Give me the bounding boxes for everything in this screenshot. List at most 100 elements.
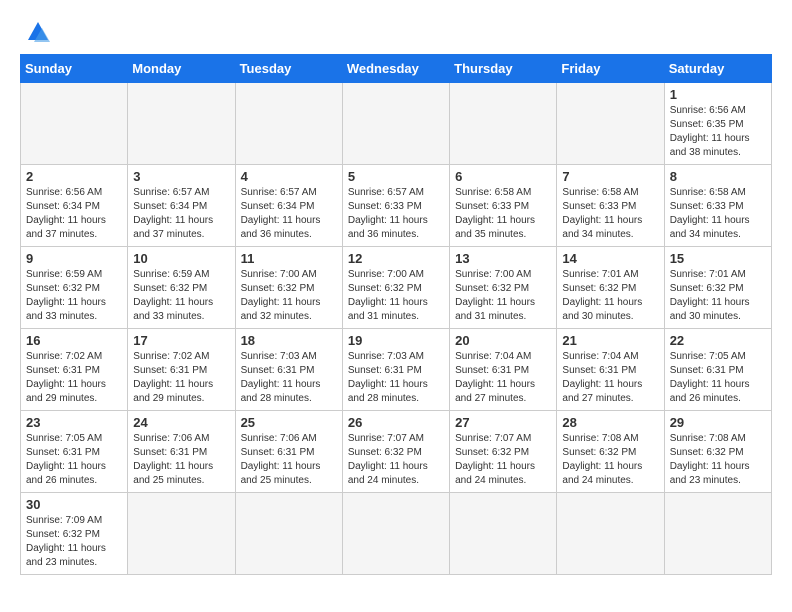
day-info: Sunrise: 7:03 AM Sunset: 6:31 PM Dayligh… — [348, 350, 444, 406]
calendar-cell: 9 Sunrise: 6:59 AM Sunset: 6:32 PM Daylig… — [21, 247, 128, 329]
calendar-cell: 16 Sunrise: 7:02 AM Sunset: 6:31 PM Dayli… — [21, 329, 128, 411]
calendar-cell — [128, 493, 235, 575]
day-info: Sunrise: 6:56 AM Sunset: 6:35 PM Dayligh… — [670, 104, 766, 160]
day-info: Sunrise: 7:01 AM Sunset: 6:32 PM Dayligh… — [670, 268, 766, 324]
day-number: 7 — [562, 169, 658, 184]
day-number: 24 — [133, 415, 229, 430]
calendar-cell — [235, 83, 342, 165]
day-number: 4 — [241, 169, 337, 184]
day-number: 16 — [26, 333, 122, 348]
calendar-cell: 23 Sunrise: 7:05 AM Sunset: 6:31 PM Dayli… — [21, 411, 128, 493]
day-number: 8 — [670, 169, 766, 184]
day-info: Sunrise: 7:09 AM Sunset: 6:32 PM Dayligh… — [26, 514, 122, 570]
day-info: Sunrise: 6:58 AM Sunset: 6:33 PM Dayligh… — [455, 186, 551, 242]
day-info: Sunrise: 7:04 AM Sunset: 6:31 PM Dayligh… — [562, 350, 658, 406]
calendar-table: SundayMondayTuesdayWednesdayThursdayFrid… — [20, 54, 772, 575]
day-info: Sunrise: 7:00 AM Sunset: 6:32 PM Dayligh… — [241, 268, 337, 324]
calendar-cell: 22 Sunrise: 7:05 AM Sunset: 6:31 PM Dayli… — [664, 329, 771, 411]
day-number: 1 — [670, 87, 766, 102]
calendar-cell: 14 Sunrise: 7:01 AM Sunset: 6:32 PM Dayli… — [557, 247, 664, 329]
calendar-cell: 1 Sunrise: 6:56 AM Sunset: 6:35 PM Daylig… — [664, 83, 771, 165]
page-header — [20, 20, 772, 44]
calendar-cell — [557, 493, 664, 575]
calendar-cell — [128, 83, 235, 165]
calendar-cell: 25Sunrise: 7:06 AM Sunset: 6:31 PM Dayli… — [235, 411, 342, 493]
day-info: Sunrise: 7:02 AM Sunset: 6:31 PM Dayligh… — [133, 350, 229, 406]
day-info: Sunrise: 7:06 AM Sunset: 6:31 PM Dayligh… — [241, 432, 337, 488]
day-info: Sunrise: 7:08 AM Sunset: 6:32 PM Dayligh… — [562, 432, 658, 488]
calendar-cell — [235, 493, 342, 575]
calendar-cell: 29 Sunrise: 7:08 AM Sunset: 6:32 PM Dayli… — [664, 411, 771, 493]
calendar-cell — [21, 83, 128, 165]
day-info: Sunrise: 6:57 AM Sunset: 6:34 PM Dayligh… — [133, 186, 229, 242]
day-info: Sunrise: 7:07 AM Sunset: 6:32 PM Dayligh… — [348, 432, 444, 488]
day-of-week-header: Wednesday — [342, 55, 449, 83]
day-info: Sunrise: 6:58 AM Sunset: 6:33 PM Dayligh… — [670, 186, 766, 242]
day-info: Sunrise: 7:03 AM Sunset: 6:31 PM Dayligh… — [241, 350, 337, 406]
day-number: 11 — [241, 251, 337, 266]
calendar-cell: 26 Sunrise: 7:07 AM Sunset: 6:32 PM Dayli… — [342, 411, 449, 493]
day-number: 10 — [133, 251, 229, 266]
calendar-week-row: 1 Sunrise: 6:56 AM Sunset: 6:35 PM Daylig… — [21, 83, 772, 165]
day-info: Sunrise: 7:05 AM Sunset: 6:31 PM Dayligh… — [26, 432, 122, 488]
calendar-cell: 17 Sunrise: 7:02 AM Sunset: 6:31 PM Dayli… — [128, 329, 235, 411]
day-number: 2 — [26, 169, 122, 184]
calendar-cell: 20 Sunrise: 7:04 AM Sunset: 6:31 PM Dayli… — [450, 329, 557, 411]
day-info: Sunrise: 6:57 AM Sunset: 6:34 PM Dayligh… — [241, 186, 337, 242]
day-info: Sunrise: 6:56 AM Sunset: 6:34 PM Dayligh… — [26, 186, 122, 242]
calendar-cell — [557, 83, 664, 165]
day-of-week-header: Tuesday — [235, 55, 342, 83]
calendar-cell: 30 Sunrise: 7:09 AM Sunset: 6:32 PM Dayli… — [21, 493, 128, 575]
calendar-week-row: 2 Sunrise: 6:56 AM Sunset: 6:34 PM Daylig… — [21, 165, 772, 247]
day-info: Sunrise: 7:07 AM Sunset: 6:32 PM Dayligh… — [455, 432, 551, 488]
day-number: 14 — [562, 251, 658, 266]
calendar-cell: 21Sunrise: 7:04 AM Sunset: 6:31 PM Dayli… — [557, 329, 664, 411]
calendar-cell — [664, 493, 771, 575]
day-number: 23 — [26, 415, 122, 430]
calendar-cell — [450, 83, 557, 165]
calendar-week-row: 30 Sunrise: 7:09 AM Sunset: 6:32 PM Dayli… — [21, 493, 772, 575]
calendar-cell: 24Sunrise: 7:06 AM Sunset: 6:31 PM Dayli… — [128, 411, 235, 493]
day-of-week-header: Sunday — [21, 55, 128, 83]
day-number: 18 — [241, 333, 337, 348]
day-number: 26 — [348, 415, 444, 430]
day-number: 28 — [562, 415, 658, 430]
calendar-cell: 13Sunrise: 7:00 AM Sunset: 6:32 PM Dayli… — [450, 247, 557, 329]
day-of-week-header: Monday — [128, 55, 235, 83]
calendar-cell: 12Sunrise: 7:00 AM Sunset: 6:32 PM Dayli… — [342, 247, 449, 329]
day-info: Sunrise: 7:05 AM Sunset: 6:31 PM Dayligh… — [670, 350, 766, 406]
day-number: 17 — [133, 333, 229, 348]
calendar-cell: 2 Sunrise: 6:56 AM Sunset: 6:34 PM Daylig… — [21, 165, 128, 247]
logo-icon — [26, 20, 50, 44]
day-info: Sunrise: 7:02 AM Sunset: 6:31 PM Dayligh… — [26, 350, 122, 406]
day-number: 9 — [26, 251, 122, 266]
day-number: 30 — [26, 497, 122, 512]
day-number: 13 — [455, 251, 551, 266]
day-number: 22 — [670, 333, 766, 348]
calendar-cell: 5Sunrise: 6:57 AM Sunset: 6:33 PM Daylig… — [342, 165, 449, 247]
day-number: 5 — [348, 169, 444, 184]
day-info: Sunrise: 6:59 AM Sunset: 6:32 PM Dayligh… — [133, 268, 229, 324]
day-number: 29 — [670, 415, 766, 430]
day-number: 6 — [455, 169, 551, 184]
calendar-cell: 6 Sunrise: 6:58 AM Sunset: 6:33 PM Daylig… — [450, 165, 557, 247]
day-info: Sunrise: 7:00 AM Sunset: 6:32 PM Dayligh… — [348, 268, 444, 324]
calendar-cell: 15 Sunrise: 7:01 AM Sunset: 6:32 PM Dayli… — [664, 247, 771, 329]
day-info: Sunrise: 7:04 AM Sunset: 6:31 PM Dayligh… — [455, 350, 551, 406]
calendar-cell: 11 Sunrise: 7:00 AM Sunset: 6:32 PM Dayli… — [235, 247, 342, 329]
calendar-cell: 4 Sunrise: 6:57 AM Sunset: 6:34 PM Daylig… — [235, 165, 342, 247]
day-of-week-header: Saturday — [664, 55, 771, 83]
day-number: 19 — [348, 333, 444, 348]
calendar-cell — [450, 493, 557, 575]
day-info: Sunrise: 7:01 AM Sunset: 6:32 PM Dayligh… — [562, 268, 658, 324]
day-number: 27 — [455, 415, 551, 430]
day-number: 20 — [455, 333, 551, 348]
day-info: Sunrise: 6:59 AM Sunset: 6:32 PM Dayligh… — [26, 268, 122, 324]
day-info: Sunrise: 6:58 AM Sunset: 6:33 PM Dayligh… — [562, 186, 658, 242]
calendar-cell: 18 Sunrise: 7:03 AM Sunset: 6:31 PM Dayli… — [235, 329, 342, 411]
day-number: 15 — [670, 251, 766, 266]
calendar-cell: 8 Sunrise: 6:58 AM Sunset: 6:33 PM Daylig… — [664, 165, 771, 247]
day-info: Sunrise: 7:08 AM Sunset: 6:32 PM Dayligh… — [670, 432, 766, 488]
calendar-cell: 7 Sunrise: 6:58 AM Sunset: 6:33 PM Daylig… — [557, 165, 664, 247]
calendar-cell: 19 Sunrise: 7:03 AM Sunset: 6:31 PM Dayli… — [342, 329, 449, 411]
